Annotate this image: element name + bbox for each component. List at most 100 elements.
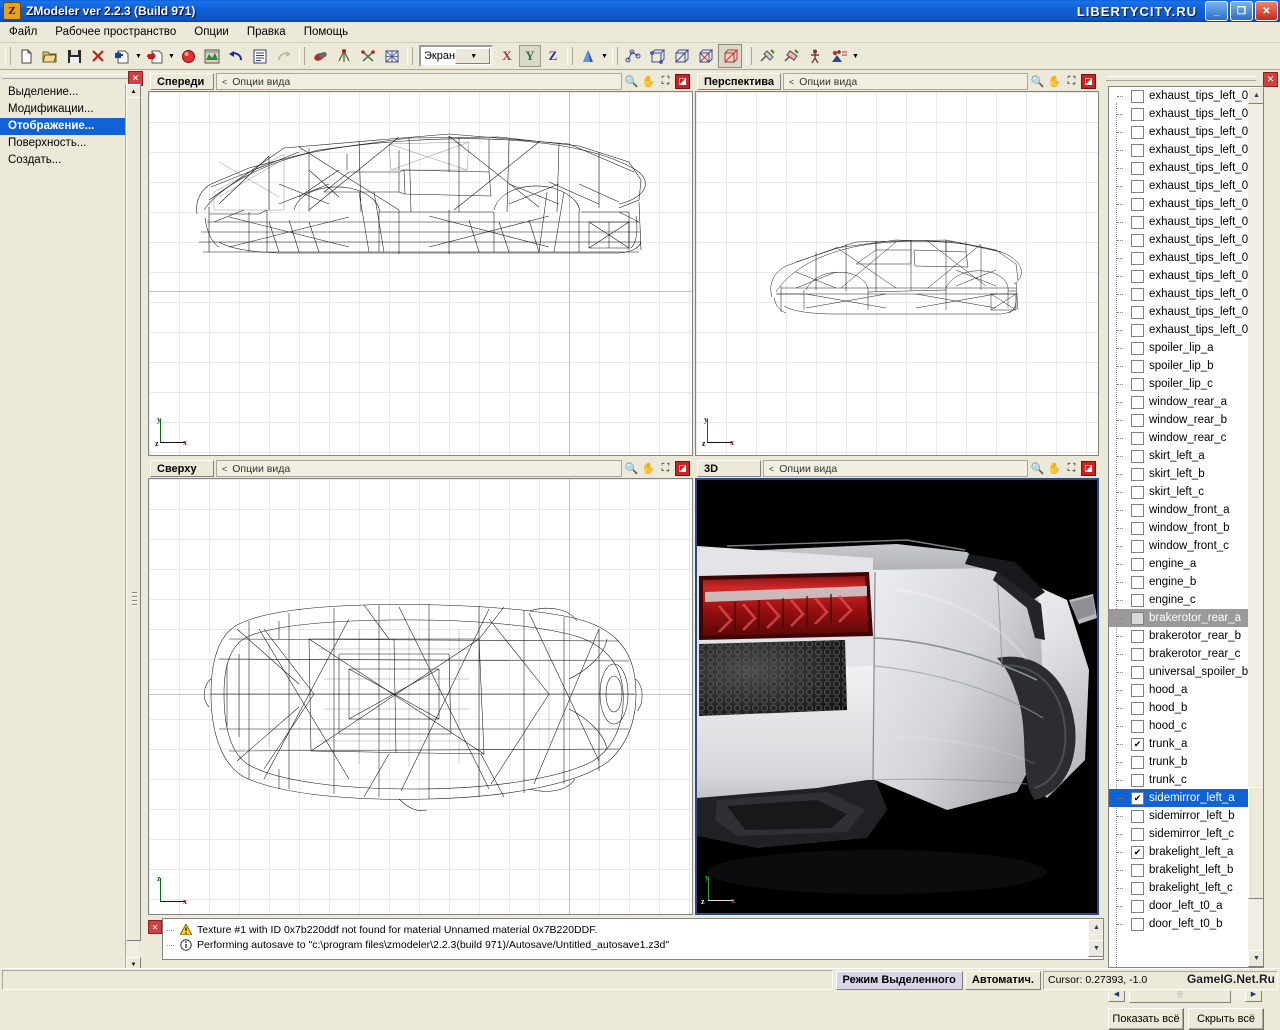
- tree-item[interactable]: exhaust_tips_left_05_: [1109, 321, 1263, 339]
- tree-item[interactable]: exhaust_tips_left_05_: [1109, 285, 1263, 303]
- export-icon[interactable]: [144, 45, 166, 67]
- tree-item[interactable]: skirt_left_a: [1109, 447, 1263, 465]
- tree-item-checkbox[interactable]: [1131, 449, 1144, 463]
- viewport-top-canvas[interactable]: z x: [148, 478, 693, 915]
- select-vertex-icon[interactable]: [333, 45, 355, 67]
- tree-item-checkbox[interactable]: [1131, 359, 1144, 373]
- tree-item-checkbox[interactable]: [1131, 881, 1144, 895]
- viewport-front-canvas[interactable]: y x z: [148, 91, 693, 456]
- tree-item[interactable]: hood_b: [1109, 699, 1263, 717]
- tree-item-checkbox[interactable]: [1131, 863, 1144, 877]
- solid-box-icon[interactable]: [670, 45, 692, 67]
- tree-item-checkbox[interactable]: [1131, 233, 1144, 247]
- scroll-down-icon[interactable]: ▼: [1248, 950, 1263, 967]
- tree-item[interactable]: window_rear_c: [1109, 429, 1263, 447]
- zoom-icon[interactable]: 🔍: [624, 74, 639, 89]
- tree-item-checkbox[interactable]: [1131, 557, 1144, 571]
- scene-materials-icon[interactable]: [828, 45, 850, 67]
- menu-edit[interactable]: Правка: [238, 24, 295, 40]
- tree-item-checkbox[interactable]: ✔: [1131, 791, 1144, 805]
- tree-item-checkbox[interactable]: [1131, 125, 1144, 139]
- tree-item-checkbox[interactable]: [1131, 899, 1144, 913]
- toolbar-grip[interactable]: [5, 47, 11, 65]
- tree-item-checkbox[interactable]: [1131, 251, 1144, 265]
- zoom-extents-icon[interactable]: ⛶: [1064, 461, 1079, 476]
- minimize-button[interactable]: _: [1205, 1, 1228, 21]
- tree-item-checkbox[interactable]: [1131, 593, 1144, 607]
- tree-item-checkbox[interactable]: [1131, 197, 1144, 211]
- hide-all-button[interactable]: Скрыть всё: [1188, 1008, 1264, 1030]
- sidebar-item-selection[interactable]: Выделение...: [0, 84, 131, 101]
- tree-item-checkbox[interactable]: [1131, 215, 1144, 229]
- tree-item[interactable]: ✔ sidemirror_left_a: [1109, 789, 1263, 807]
- zoom-extents-icon[interactable]: ⛶: [1064, 74, 1079, 89]
- viewport-3d-name[interactable]: 3D: [697, 460, 761, 477]
- sidebar-item-surface[interactable]: Поверхность...: [0, 135, 131, 152]
- tree-item-checkbox[interactable]: [1131, 341, 1144, 355]
- tree-item[interactable]: hood_a: [1109, 681, 1263, 699]
- tree-item[interactable]: door_left_t0_b: [1109, 915, 1263, 933]
- viewport-3d-canvas[interactable]: y x z: [695, 478, 1099, 915]
- viewport-3d-options[interactable]: < Опции вида: [763, 460, 1028, 477]
- tree-item[interactable]: engine_b: [1109, 573, 1263, 591]
- tree-item-checkbox[interactable]: [1131, 143, 1144, 157]
- uv-editor-icon[interactable]: [780, 45, 802, 67]
- tree-item-checkbox[interactable]: [1131, 161, 1144, 175]
- new-file-icon[interactable]: [15, 45, 37, 67]
- tree-item[interactable]: spoiler_lip_c: [1109, 375, 1263, 393]
- left-panel-scrollbar[interactable]: ▲ ▼: [125, 84, 141, 972]
- sidebar-item-create[interactable]: Создать...: [0, 152, 131, 169]
- tree-item-checkbox[interactable]: [1131, 809, 1144, 823]
- tree-item[interactable]: spoiler_lip_a: [1109, 339, 1263, 357]
- axis-x-button[interactable]: X: [497, 46, 517, 66]
- cone-tool-icon[interactable]: [577, 45, 599, 67]
- tree-vertical-scrollbar[interactable]: ▲ ▼: [1248, 87, 1263, 967]
- menu-help[interactable]: Помощь: [295, 24, 357, 40]
- tree-item[interactable]: sidemirror_left_b: [1109, 807, 1263, 825]
- object-tree[interactable]: exhaust_tips_left_01_ exhaust_tips_left_0…: [1108, 86, 1264, 968]
- tree-item[interactable]: skirt_left_c: [1109, 483, 1263, 501]
- tree-item[interactable]: exhaust_tips_left_01_: [1109, 87, 1263, 105]
- left-scroll-thumb[interactable]: [126, 97, 141, 941]
- cone-dropdown-icon[interactable]: ▼: [600, 45, 609, 67]
- tree-item-checkbox[interactable]: ✔: [1131, 737, 1144, 751]
- sidebar-item-display[interactable]: Отображение...: [0, 118, 131, 135]
- shaded-box-icon[interactable]: [694, 45, 716, 67]
- tree-item-checkbox[interactable]: ✔: [1131, 845, 1144, 859]
- toolbar-grip-2[interactable]: [299, 47, 305, 65]
- tree-item-checkbox[interactable]: [1131, 323, 1144, 337]
- left-panel-resize-grip[interactable]: [131, 590, 139, 608]
- tree-item-checkbox[interactable]: [1131, 701, 1144, 715]
- axis-y-button[interactable]: Y: [519, 45, 541, 67]
- undo-icon[interactable]: [225, 45, 247, 67]
- select-edge-icon[interactable]: [357, 45, 379, 67]
- toolbar-grip-3[interactable]: [407, 47, 413, 65]
- tree-item-checkbox[interactable]: [1131, 773, 1144, 787]
- tree-item-checkbox[interactable]: [1131, 575, 1144, 589]
- sidebar-item-modify[interactable]: Модификации...: [0, 101, 131, 118]
- tree-item-checkbox[interactable]: [1131, 539, 1144, 553]
- toolbar-grip-6[interactable]: [746, 47, 752, 65]
- close-button[interactable]: ✕: [1255, 1, 1278, 21]
- uv-mapper-icon[interactable]: [756, 45, 778, 67]
- pan-hand-icon[interactable]: ✋: [641, 74, 656, 89]
- tree-item-checkbox[interactable]: [1131, 413, 1144, 427]
- tree-item[interactable]: brakerotor_rear_c: [1109, 645, 1263, 663]
- save-file-icon[interactable]: [63, 45, 85, 67]
- import-dropdown-icon[interactable]: ▼: [134, 45, 143, 67]
- tree-item[interactable]: sidemirror_left_c: [1109, 825, 1263, 843]
- zoom-icon[interactable]: 🔍: [1030, 74, 1045, 89]
- maximize-viewport-icon[interactable]: ◪: [675, 461, 690, 476]
- log-close-icon[interactable]: ✕: [148, 920, 162, 934]
- tree-item-checkbox[interactable]: [1131, 755, 1144, 769]
- materials-icon[interactable]: [201, 45, 223, 67]
- tree-item-checkbox[interactable]: [1131, 521, 1144, 535]
- maximize-viewport-icon[interactable]: ◪: [1081, 74, 1096, 89]
- wireframe-box-icon[interactable]: [646, 45, 668, 67]
- tree-item-checkbox[interactable]: [1131, 287, 1144, 301]
- tree-item[interactable]: skirt_left_b: [1109, 465, 1263, 483]
- tree-item[interactable]: window_rear_a: [1109, 393, 1263, 411]
- tree-item[interactable]: window_front_b: [1109, 519, 1263, 537]
- tree-item[interactable]: engine_a: [1109, 555, 1263, 573]
- tree-item[interactable]: exhaust_tips_left_03_: [1109, 213, 1263, 231]
